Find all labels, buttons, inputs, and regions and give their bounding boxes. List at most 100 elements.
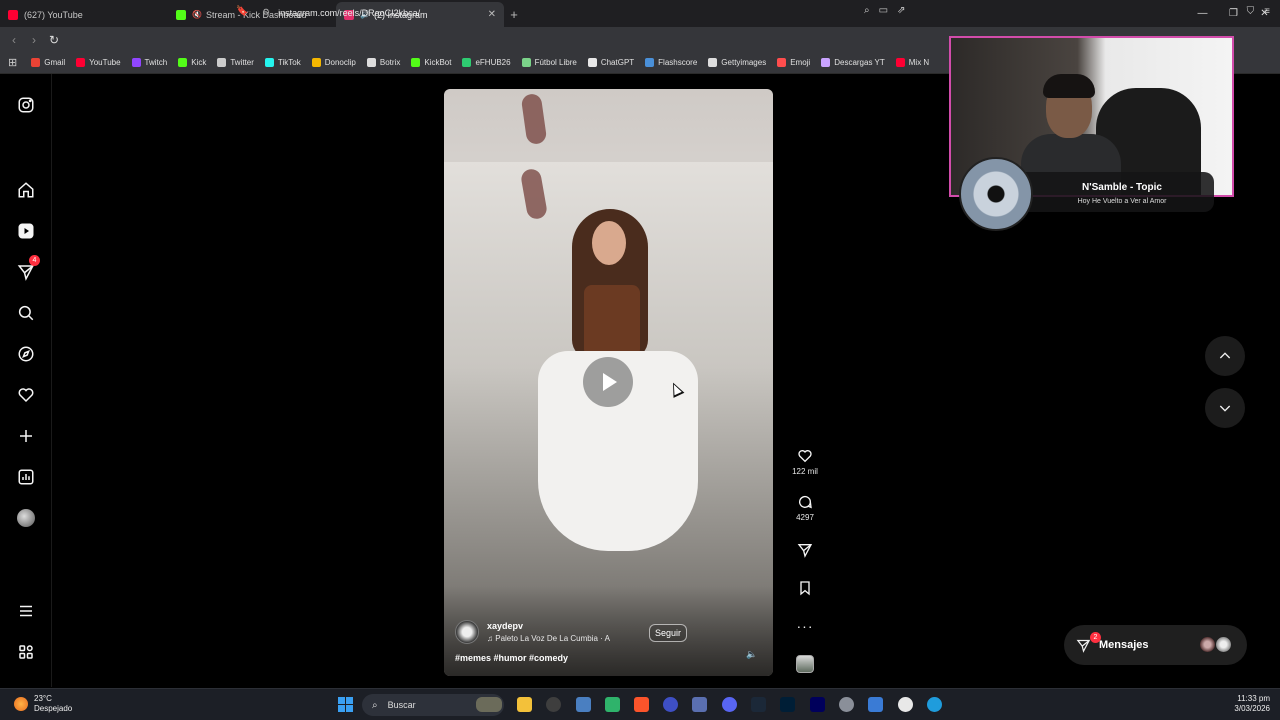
bookmark-page-icon[interactable]: 🔖: [236, 6, 248, 17]
weather-widget[interactable]: 23°C Despejado: [14, 694, 72, 714]
author-name[interactable]: xaydepv: [487, 621, 610, 631]
share-icon[interactable]: ⇗: [897, 5, 905, 16]
bookmark-item[interactable]: Donoclip: [311, 58, 356, 67]
calculator-icon[interactable]: [692, 697, 707, 712]
bookmark-favicon-icon: [178, 58, 188, 67]
instagram-logo-icon[interactable]: [14, 93, 38, 117]
menu-icon[interactable]: ≡: [1264, 6, 1270, 17]
bookmark-favicon-icon: [521, 58, 531, 67]
youtube-icon: [8, 9, 18, 20]
bookmark-item[interactable]: TikTok: [264, 58, 301, 67]
bookmark-favicon-icon: [366, 58, 376, 67]
discord-icon[interactable]: [722, 697, 737, 712]
messages-button[interactable]: 2 Mensajes: [1064, 625, 1247, 665]
restore-icon[interactable]: ❐: [1218, 0, 1249, 27]
like-button[interactable]: 122 mil: [790, 448, 820, 476]
tab-youtube[interactable]: (627) YouTube: [0, 2, 168, 27]
messages-label: Mensajes: [1099, 639, 1149, 651]
reload-icon[interactable]: ↻: [44, 33, 64, 47]
volume-icon[interactable]: 🔈: [746, 649, 757, 660]
bookmark-item[interactable]: Emoji: [777, 58, 810, 67]
zoom-icon[interactable]: ⌕: [864, 5, 870, 16]
bookmark-item[interactable]: Mix N: [895, 58, 929, 67]
share-button[interactable]: [790, 542, 820, 558]
search-icon[interactable]: [14, 301, 38, 325]
premiere-icon[interactable]: [810, 697, 825, 712]
previous-reel-button[interactable]: [1205, 336, 1245, 376]
bookmark-item[interactable]: Descargas YT: [821, 58, 885, 67]
now-playing-title: N'Samble - Topic: [1082, 182, 1162, 193]
video-subject-top: [584, 285, 640, 357]
heart-icon[interactable]: [14, 383, 38, 407]
bookmark-item[interactable]: eFHUB26: [462, 58, 511, 67]
address-bar[interactable]: ⚙ instagram.com/reels/DRaoCI2kbca/: [256, 3, 946, 22]
app-icon[interactable]: [576, 697, 591, 712]
shield-icon[interactable]: ⛉: [1247, 6, 1255, 17]
home-icon[interactable]: [14, 178, 38, 202]
bookmark-item[interactable]: ChatGPT: [587, 58, 634, 67]
reel-video[interactable]: xaydepv ♫ Paleto La Voz De La Cumbia · A…: [444, 89, 773, 676]
file-explorer-icon[interactable]: [517, 697, 532, 712]
direct-messages-icon[interactable]: 4: [14, 255, 40, 284]
bookmark-item[interactable]: KickBot: [411, 58, 451, 67]
bookmark-item[interactable]: Gmail: [31, 58, 65, 67]
app-icon[interactable]: [605, 697, 620, 712]
reel-author[interactable]: xaydepv ♫ Paleto La Voz De La Cumbia · A: [455, 620, 610, 644]
media-player-icon[interactable]: [898, 697, 913, 712]
bookmark-favicon-icon: [645, 58, 655, 67]
windows-start-icon[interactable]: [338, 697, 353, 712]
like-count: 122 mil: [792, 467, 818, 476]
author-avatar[interactable]: [455, 620, 479, 644]
audio-thumbnail[interactable]: [790, 655, 820, 673]
bookmark-item[interactable]: Twitch: [131, 58, 168, 67]
profile-avatar[interactable]: [14, 506, 38, 530]
brave-icon[interactable]: [634, 697, 649, 712]
webcam-person-hair: [1043, 74, 1095, 98]
bookmark-item[interactable]: Twitter: [217, 58, 254, 67]
insights-icon[interactable]: [14, 465, 38, 489]
more-menu-icon[interactable]: [14, 599, 38, 623]
back-icon[interactable]: ‹: [4, 33, 24, 47]
system-clock[interactable]: 11:33 pm 3/03/2026: [1234, 694, 1270, 714]
bookmark-item[interactable]: Kick: [178, 58, 206, 67]
steam-icon[interactable]: [751, 697, 766, 712]
play-icon[interactable]: [583, 357, 633, 407]
site-info-icon[interactable]: ⚙: [262, 7, 270, 18]
notepad-icon[interactable]: [868, 697, 883, 712]
bookmark-label: TikTok: [277, 58, 301, 67]
audio-track[interactable]: ♫ Paleto La Voz De La Cumbia · A: [487, 634, 610, 643]
apps-grid-icon[interactable]: ⊞: [8, 56, 17, 69]
bookmark-item[interactable]: YouTube: [76, 58, 121, 67]
app-icon[interactable]: [663, 697, 678, 712]
minimize-icon[interactable]: —: [1187, 0, 1218, 27]
more-options-button[interactable]: ···: [790, 618, 820, 634]
follow-button[interactable]: Seguir: [649, 624, 688, 642]
create-plus-icon[interactable]: [14, 424, 38, 448]
windows-taskbar: 23°C Despejado ⌕ Buscar 11:33 pm 3/03/20…: [0, 688, 1280, 720]
bookmark-label: YouTube: [89, 58, 121, 67]
photoshop-icon[interactable]: [780, 697, 795, 712]
comment-count: 4297: [796, 513, 814, 522]
bookmark-item[interactable]: Fútbol Libre: [521, 58, 577, 67]
bookmark-label: Twitch: [144, 58, 168, 67]
mute-tab-icon[interactable]: 🔇: [192, 10, 202, 19]
next-reel-button[interactable]: [1205, 388, 1245, 428]
comment-button[interactable]: 4297: [790, 494, 820, 522]
bookmark-item[interactable]: Gettyimages: [708, 58, 766, 67]
settings-icon[interactable]: [839, 697, 854, 712]
edge-icon[interactable]: [927, 697, 942, 712]
obs-icon[interactable]: [546, 697, 561, 712]
bookmark-item[interactable]: Flashscore: [645, 58, 697, 67]
apps-icon[interactable]: [14, 640, 38, 664]
bookmark-item[interactable]: Botrix: [366, 58, 400, 67]
cast-icon[interactable]: ▭: [879, 5, 888, 16]
explore-icon[interactable]: [14, 342, 38, 366]
forward-icon[interactable]: ›: [24, 33, 44, 47]
save-button[interactable]: [790, 580, 820, 596]
comment-icon: [799, 496, 812, 509]
reel-hashtags[interactable]: #memes #humor #comedy: [455, 653, 568, 663]
reels-icon[interactable]: [14, 219, 38, 243]
bookmark-favicon-icon: [895, 58, 905, 67]
bookmark-label: Emoji: [790, 58, 811, 67]
avatar: [17, 509, 35, 527]
